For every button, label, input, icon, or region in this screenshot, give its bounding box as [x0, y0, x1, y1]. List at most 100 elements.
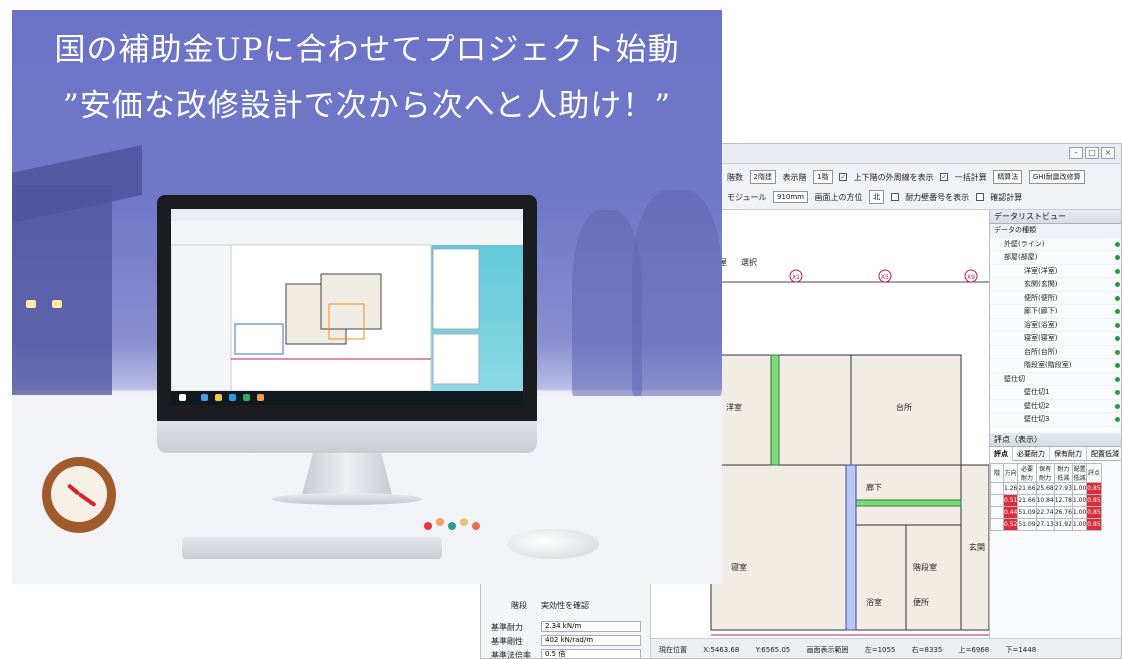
list-item[interactable]: 階段室(階段室) — [990, 359, 1121, 373]
house-window — [26, 300, 36, 308]
table-header-row: 階 方向 必要耐力 保有耐力 耐力低減 配置低減 評点 — [990, 462, 1102, 483]
wall-element[interactable] — [850, 499, 962, 507]
status-range-label: 画面表示範囲 — [806, 646, 849, 654]
list-item[interactable]: 壁仕切3 — [990, 413, 1121, 427]
clock-hand — [66, 483, 81, 496]
floor-count-label: 階数 — [727, 172, 743, 182]
status-dot — [1115, 390, 1120, 395]
mode-select[interactable]: GHI耐震改修算 — [1028, 170, 1085, 184]
status-dot — [1115, 241, 1120, 247]
list-item[interactable]: 壁仕切 — [990, 373, 1121, 386]
status-dot — [1115, 363, 1120, 368]
status-dot — [1115, 349, 1120, 355]
list-item[interactable]: 外壁(ライン) — [990, 238, 1121, 251]
list-item[interactable]: 部屋(部屋) — [990, 251, 1121, 265]
display-floor-label: 表示階 — [782, 172, 807, 182]
method-select[interactable]: 精算法 — [993, 170, 1023, 184]
list-item[interactable]: 廊下(廊下) — [990, 305, 1121, 319]
mini-list — [432, 248, 480, 330]
table-row[interactable]: 0.52 51.09 27.13 31.92 1.00 0.85 — [990, 517, 1102, 531]
room-label: 玄関 — [969, 542, 985, 552]
room-bedroom[interactable] — [710, 464, 852, 631]
outline-checkbox[interactable] — [839, 173, 848, 181]
taskbar-app-icon — [201, 394, 208, 401]
prop-value[interactable]: 0.5 倍 — [541, 649, 641, 658]
status-dot — [1115, 322, 1120, 328]
maximize-icon[interactable]: □ — [1085, 147, 1099, 159]
tab-held[interactable]: 保有耐力 — [1050, 446, 1087, 461]
status-dot — [1115, 282, 1120, 287]
table-row[interactable]: 0.51 21.66 10.84 12.78 1.00 0.85 — [990, 493, 1102, 507]
room-label: 廊下 — [866, 482, 882, 492]
table-row[interactable]: 0.44 51.09 22.74 26.76 1.00 0.85 — [990, 505, 1102, 519]
display-floor-select[interactable]: 1階 — [813, 170, 833, 184]
confirm-calc-checkbox[interactable] — [975, 193, 984, 201]
tab-required[interactable]: 必要耐力 — [1013, 446, 1050, 461]
module-select[interactable]: 910mm — [773, 191, 808, 203]
room-hall[interactable] — [850, 464, 962, 526]
list-item[interactable]: 便所(便所) — [990, 292, 1121, 305]
wall-element[interactable] — [770, 354, 780, 466]
house-window — [52, 300, 62, 308]
stair-label: 階段 — [511, 601, 527, 610]
module-label: モジュール — [727, 192, 767, 202]
mouse — [507, 529, 599, 559]
wall-number-checkbox[interactable] — [890, 193, 899, 201]
mini-titlebar — [171, 209, 523, 221]
tab-placement[interactable]: 配置低減 — [1087, 447, 1121, 461]
plan-menu-select[interactable]: 選択 — [741, 257, 757, 267]
status-right: 右=8335 — [911, 646, 943, 654]
mini-toolbar — [171, 221, 523, 245]
toolbar-row-2: モジュール 910mm 画面上の方位 北 耐力壁番号を表示 確認計算 — [727, 190, 1026, 208]
batch-calc-label: 一括計算 — [954, 172, 987, 182]
promo-title: 国の補助金UPに合わせてプロジェクト始動 — [54, 32, 680, 68]
room-bath[interactable] — [850, 524, 907, 631]
mini-taskbar — [171, 391, 523, 405]
wall-element[interactable] — [845, 464, 857, 631]
status-dot — [1115, 295, 1120, 301]
keyboard — [182, 537, 442, 559]
status-dot — [1115, 403, 1120, 409]
wall-number-label: 耐力壁番号を表示 — [905, 192, 970, 202]
room-label: 便所 — [913, 597, 929, 607]
monitor-stand — [302, 453, 392, 495]
prop-label: 基準法倍率 — [491, 651, 531, 659]
outline-checkbox-label: 上下階の外周線を表示 — [853, 172, 934, 182]
table-row[interactable]: 1.26 21.66 25.68 27.93 1.00 0.85 — [990, 481, 1102, 495]
status-dot — [1115, 376, 1120, 382]
list-item[interactable]: 浴室(浴室) — [990, 319, 1121, 332]
eval-tabs: 評点 必要耐力 保有耐力 配置低減 — [990, 446, 1121, 461]
batch-calc-checkbox[interactable] — [940, 173, 949, 181]
orientation-select[interactable]: 北 — [869, 190, 885, 204]
list-item[interactable]: 寝室(寝室) — [990, 332, 1121, 346]
monitor-screen — [171, 209, 523, 405]
mini-dialog — [234, 323, 284, 355]
grid-marker-label: X1 — [792, 274, 800, 281]
status-dot — [1115, 417, 1120, 422]
mini-left-panel — [171, 244, 232, 392]
close-icon[interactable]: × — [1101, 147, 1115, 159]
room-stair[interactable] — [905, 524, 962, 631]
floor-count-select[interactable]: 2階建 — [749, 170, 777, 184]
list-item[interactable]: 玄関(玄関) — [990, 278, 1121, 292]
data-list-header: データの種類 — [990, 224, 1121, 238]
prop-value[interactable]: 2.34 kN/m — [541, 621, 641, 632]
candy — [424, 522, 432, 530]
status-position-label: 現在位置 — [659, 646, 687, 654]
eval-table: 階 方向 必要耐力 保有耐力 耐力低減 配置低減 評点 1.26 21.66 25.… — [990, 462, 1102, 531]
candy — [448, 522, 456, 530]
status-dot — [1115, 255, 1120, 260]
list-item[interactable]: 壁仕切2 — [990, 400, 1121, 413]
minimize-icon[interactable]: – — [1069, 147, 1083, 159]
prop-value[interactable]: 402 kN/rad/m — [541, 635, 641, 646]
cad-toolbar: 階数 2階建 表示階 1階 上下階の外周線を表示 一括計算 精算法 GHI耐震改… — [721, 164, 1121, 210]
grid-marker-label: X9 — [967, 274, 975, 281]
list-item[interactable]: 洋室(洋室) — [990, 265, 1121, 278]
list-item[interactable]: 壁仕切1 — [990, 386, 1121, 400]
monitor — [157, 195, 537, 427]
candy — [472, 522, 480, 530]
room-label: 寝室 — [731, 562, 747, 572]
list-item[interactable]: 台所(台所) — [990, 346, 1121, 359]
clock-icon — [42, 457, 116, 533]
tab-score[interactable]: 評点 — [990, 446, 1013, 461]
